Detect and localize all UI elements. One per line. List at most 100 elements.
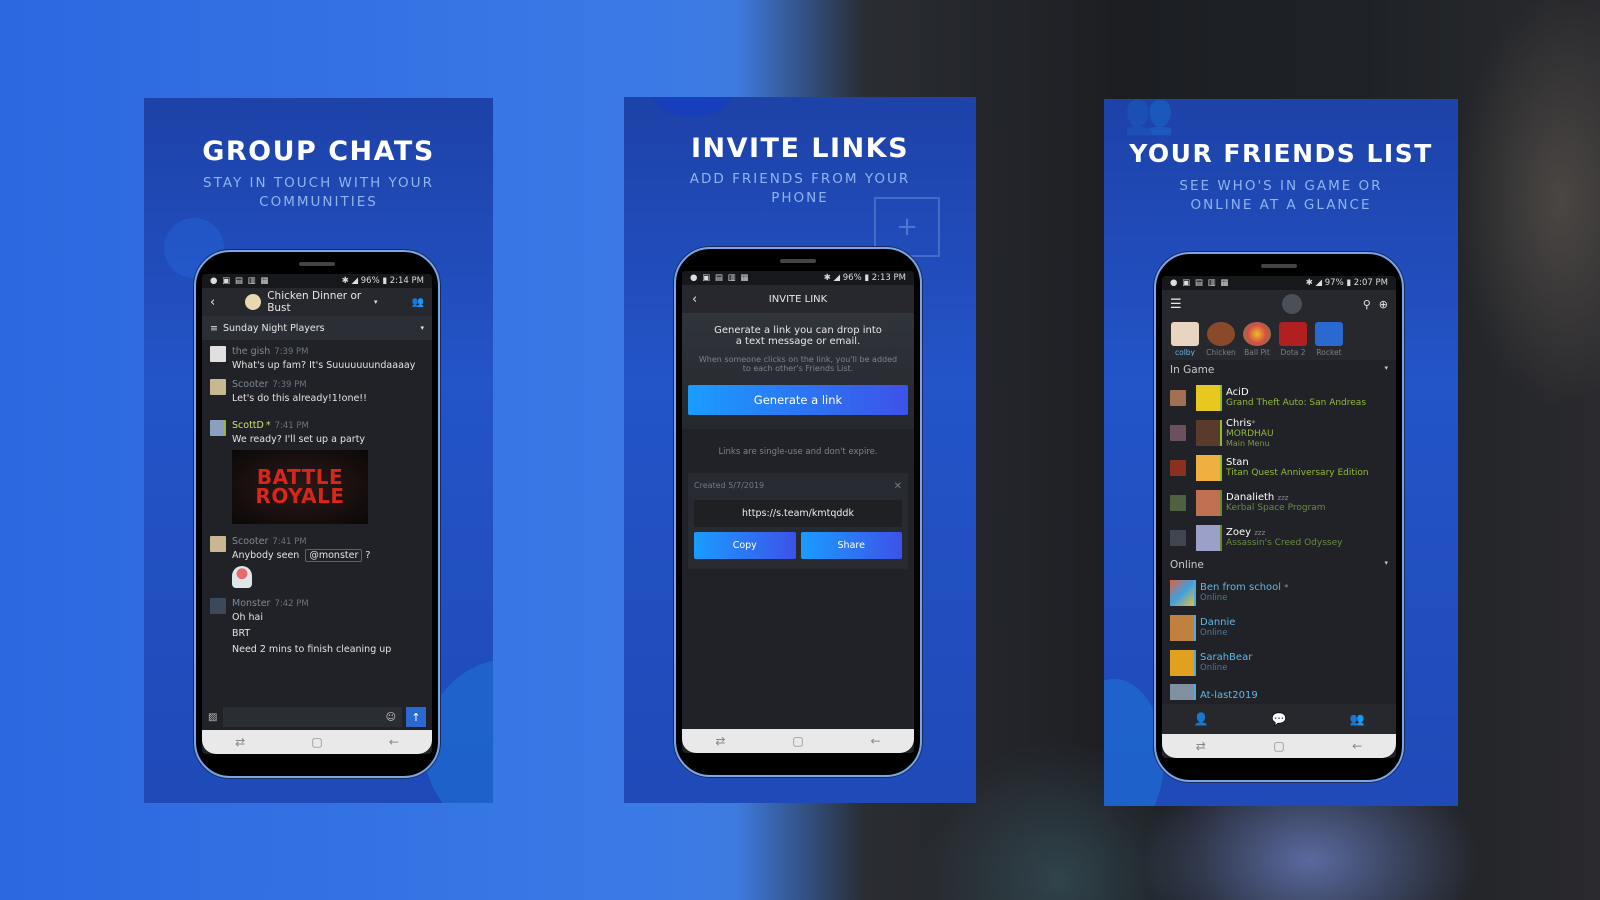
status-bar: ● ▣ ▤ ▥ ▦ ✱ ◢ 96% ▮ 2:14 PM — [202, 274, 432, 288]
back-icon[interactable]: ← — [871, 734, 881, 748]
link-actions: Copy Share — [694, 532, 902, 559]
favorite-item[interactable]: colby — [1168, 322, 1202, 356]
notification-icons: ● ▣ ▤ ▥ ▦ — [690, 273, 750, 283]
in-game-list: AciD Grand Theft Auto: San Andreas Chris*… — [1162, 380, 1396, 555]
friend-row[interactable]: Danalieth zzz Kerbal Space Program — [1162, 485, 1396, 520]
section-label: In Game — [1170, 364, 1215, 376]
group-chats-panel: GROUP CHATS STAY IN TOUCH WITH YOUR COMM… — [144, 98, 493, 803]
friend-name: Stan — [1226, 457, 1249, 468]
message: Scooter 7:39 PM Let's do this already!1!o… — [202, 375, 432, 408]
close-icon[interactable]: ✕ — [894, 481, 902, 492]
friend-name: SarahBear — [1200, 652, 1253, 663]
battle-royale-image[interactable]: BATTLE ROYALE — [232, 450, 368, 524]
button-label: Generate a link — [753, 393, 843, 407]
menu-icon[interactable]: ☰ — [1170, 297, 1182, 312]
chats-tab-icon[interactable]: 💬 — [1272, 712, 1287, 726]
phone-frame: ● ▣ ▤ ▥ ▦ ✱ ◢ 96% ▮ 2:14 PM ‹ Chicken Di… — [194, 250, 440, 778]
copy-button[interactable]: Copy — [694, 532, 796, 559]
friend-row[interactable]: Dannie Online — [1162, 610, 1396, 645]
chevron-down-icon: ▾ — [420, 324, 424, 332]
image-icon[interactable]: ▨ — [208, 712, 217, 723]
friend-name: AciD — [1226, 387, 1249, 398]
friend-row[interactable]: Ben from school * Online — [1162, 575, 1396, 610]
screen-title: INVITE LINK — [768, 293, 828, 305]
search-icon[interactable]: ⚲ — [1363, 298, 1371, 311]
author-name[interactable]: Scooter — [232, 379, 268, 390]
created-date: Created 5/7/2019 — [694, 481, 765, 490]
recents-icon[interactable]: ⇄ — [1196, 739, 1206, 753]
friends-header: ☰ ⚲ ⊕ — [1162, 290, 1396, 318]
send-button[interactable]: ↑ — [406, 707, 426, 727]
game-icon — [1170, 424, 1186, 441]
share-button[interactable]: Share — [800, 532, 902, 559]
author-name[interactable]: the gish — [232, 346, 270, 357]
avatar[interactable] — [210, 536, 226, 552]
avatar — [1196, 419, 1222, 446]
channel-bar[interactable]: ≡ Sunday Night Players ▾ — [202, 316, 432, 340]
author-name[interactable]: Monster — [232, 598, 270, 609]
friend-row[interactable]: At-last2019 — [1162, 680, 1396, 700]
favorite-item[interactable]: Chicken — [1204, 322, 1238, 356]
friend-name: Chris — [1226, 417, 1252, 429]
favorite-item[interactable]: Rocket — [1312, 322, 1346, 356]
intro-note: When someone clicks on the link, you'll … — [698, 355, 898, 373]
avatar[interactable] — [210, 346, 226, 362]
avatar[interactable] — [210, 420, 226, 436]
friend-name: Dannie — [1200, 617, 1236, 628]
friend-row[interactable]: SarahBear Online — [1162, 645, 1396, 680]
avatar — [1196, 489, 1222, 516]
game-name: Titan Quest Anniversary Edition — [1226, 468, 1369, 478]
mention-tag[interactable]: @monster — [305, 549, 363, 562]
avatar[interactable] — [210, 379, 226, 395]
message-input[interactable]: ☺ — [223, 707, 402, 727]
home-icon[interactable]: ▢ — [311, 735, 322, 749]
link-card: Created 5/7/2019 ✕ https://s.team/kmtqdd… — [688, 473, 908, 569]
groups-tab-icon[interactable]: 👥 — [1350, 712, 1365, 726]
friend-row[interactable]: Stan Titan Quest Anniversary Edition — [1162, 450, 1396, 485]
favorite-avatar — [1171, 322, 1199, 347]
game-status: Main Menu — [1226, 438, 1270, 448]
phone-screen: ● ▣ ▤ ▥ ▦ ✱ ◢ 96% ▮ 2:14 PM ‹ Chicken Di… — [202, 274, 432, 754]
friend-row[interactable]: AciD Grand Theft Auto: San Andreas — [1162, 380, 1396, 415]
recents-icon[interactable]: ⇄ — [715, 734, 725, 748]
timestamp: 7:39 PM — [272, 380, 307, 390]
friends-tab-icon[interactable]: 👤 — [1194, 712, 1209, 726]
home-icon[interactable]: ▢ — [792, 734, 803, 748]
emoji-icon[interactable]: ☺ — [386, 712, 396, 723]
recents-icon[interactable]: ⇄ — [235, 735, 245, 749]
back-icon[interactable]: ← — [389, 735, 399, 749]
chevron-left-icon[interactable]: ‹ — [210, 295, 215, 310]
avatar — [1170, 579, 1196, 606]
in-game-section-header[interactable]: In Game ▾ — [1162, 360, 1396, 380]
avatar[interactable] — [210, 598, 226, 614]
message-text: ? — [365, 550, 371, 561]
chevron-left-icon[interactable]: ‹ — [692, 292, 697, 307]
timestamp: 7:41 PM — [272, 537, 307, 547]
status-right: ✱ ◢ 96% ▮ 2:13 PM — [823, 273, 906, 283]
members-icon[interactable]: 👥 — [412, 297, 424, 308]
favorite-item[interactable]: Dota 2 — [1276, 322, 1310, 356]
android-nav-bar: ⇄ ▢ ← — [1162, 734, 1396, 758]
message-text: BRT — [232, 628, 251, 639]
game-icon — [1170, 529, 1186, 546]
invite-url[interactable]: https://s.team/kmtqddk — [694, 500, 902, 527]
back-icon[interactable]: ← — [1352, 739, 1362, 753]
author-name[interactable]: Scooter — [232, 536, 268, 547]
friend-row[interactable]: Zoey zzz Assassin's Creed Odyssey — [1162, 520, 1396, 555]
generate-link-button[interactable]: Generate a link — [688, 385, 908, 415]
add-friend-icon[interactable]: ⊕ — [1379, 298, 1388, 311]
generate-card: Generate a link you can drop into a text… — [682, 313, 914, 429]
home-icon[interactable]: ▢ — [1273, 739, 1284, 753]
badge: * — [265, 420, 271, 431]
friend-row[interactable]: Chris* MORDHAU Main Menu — [1162, 415, 1396, 450]
steam-logo-icon — [1282, 294, 1303, 314]
intro-text: Generate a link you can drop into a text… — [714, 325, 882, 347]
favorite-label: Ball Pit — [1244, 348, 1270, 356]
status-bar: ● ▣ ▤ ▥ ▦ ✱ ◢ 96% ▮ 2:13 PM — [682, 271, 914, 285]
favorite-item[interactable]: Ball Pit — [1240, 322, 1274, 356]
chevron-down-icon[interactable]: ▾ — [374, 298, 378, 306]
group-name[interactable]: Chicken Dinner or Bust — [267, 290, 374, 314]
author-name[interactable]: ScottD — [232, 420, 264, 431]
link-card-header: Created 5/7/2019 ✕ — [694, 481, 902, 492]
online-section-header[interactable]: Online ▾ — [1162, 555, 1396, 575]
